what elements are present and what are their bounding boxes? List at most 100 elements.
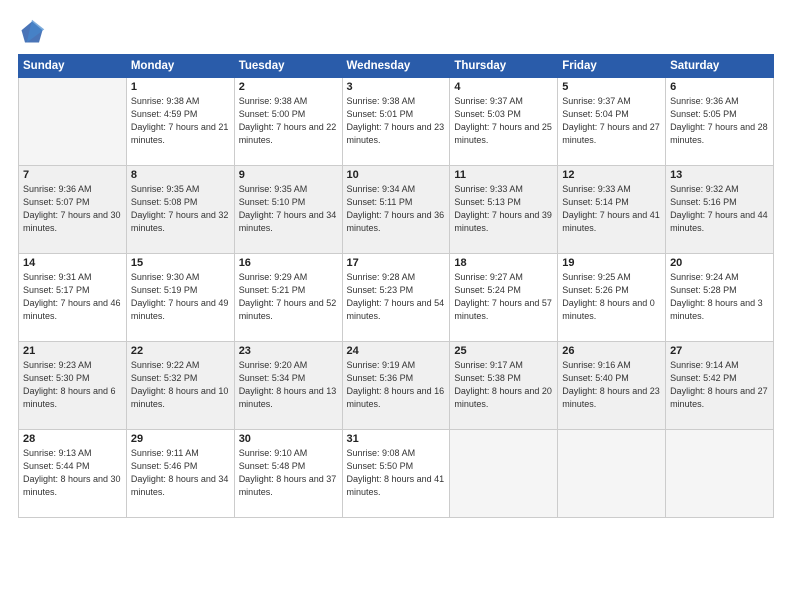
calendar-week-row: 14 Sunrise: 9:31 AMSunset: 5:17 PMDayligh… <box>19 254 774 342</box>
day-number: 27 <box>670 345 769 357</box>
day-info: Sunrise: 9:20 AMSunset: 5:34 PMDaylight:… <box>239 359 338 411</box>
day-of-week-header: Wednesday <box>342 55 450 78</box>
calendar-day-cell: 22 Sunrise: 9:22 AMSunset: 5:32 PMDayligh… <box>126 342 234 430</box>
day-number: 19 <box>562 257 661 269</box>
day-number: 3 <box>347 81 446 93</box>
day-of-week-header: Thursday <box>450 55 558 78</box>
day-number: 11 <box>454 169 553 181</box>
day-number: 24 <box>347 345 446 357</box>
day-of-week-header: Friday <box>558 55 666 78</box>
day-info: Sunrise: 9:14 AMSunset: 5:42 PMDaylight:… <box>670 359 769 411</box>
calendar-day-cell: 20Sunrise: 9:24 AMSunset: 5:28 PMDayligh… <box>666 254 774 342</box>
day-info: Sunrise: 9:19 AMSunset: 5:36 PMDaylight:… <box>347 359 446 411</box>
day-info: Sunrise: 9:34 AMSunset: 5:11 PMDaylight:… <box>347 183 446 235</box>
day-number: 13 <box>670 169 769 181</box>
day-info: Sunrise: 9:38 AMSunset: 4:59 PMDaylight:… <box>131 95 230 147</box>
day-info: Sunrise: 9:35 AMSunset: 5:10 PMDaylight:… <box>239 183 338 235</box>
calendar-day-cell <box>19 78 127 166</box>
day-info: Sunrise: 9:37 AMSunset: 5:04 PMDaylight:… <box>562 95 661 147</box>
calendar-week-row: 21 Sunrise: 9:23 AMSunset: 5:30 PMDayligh… <box>19 342 774 430</box>
calendar-day-cell: 2 Sunrise: 9:38 AMSunset: 5:00 PMDaylight… <box>234 78 342 166</box>
day-info: Sunrise: 9:29 AMSunset: 5:21 PMDaylight:… <box>239 271 338 323</box>
calendar-day-cell: 29 Sunrise: 9:11 AMSunset: 5:46 PMDayligh… <box>126 430 234 518</box>
calendar-day-cell: 5 Sunrise: 9:37 AMSunset: 5:04 PMDaylight… <box>558 78 666 166</box>
calendar-day-cell: 7 Sunrise: 9:36 AMSunset: 5:07 PMDaylight… <box>19 166 127 254</box>
page: SundayMondayTuesdayWednesdayThursdayFrid… <box>0 0 792 612</box>
calendar-day-cell: 18 Sunrise: 9:27 AMSunset: 5:24 PMDayligh… <box>450 254 558 342</box>
calendar-day-cell <box>558 430 666 518</box>
day-number: 18 <box>454 257 553 269</box>
calendar-week-row: 28Sunrise: 9:13 AMSunset: 5:44 PMDayligh… <box>19 430 774 518</box>
calendar-day-cell: 16 Sunrise: 9:29 AMSunset: 5:21 PMDayligh… <box>234 254 342 342</box>
day-number: 17 <box>347 257 446 269</box>
calendar-week-row: 7 Sunrise: 9:36 AMSunset: 5:07 PMDaylight… <box>19 166 774 254</box>
day-number: 25 <box>454 345 553 357</box>
calendar-header-row: SundayMondayTuesdayWednesdayThursdayFrid… <box>19 55 774 78</box>
calendar-day-cell <box>666 430 774 518</box>
day-info: Sunrise: 9:28 AMSunset: 5:23 PMDaylight:… <box>347 271 446 323</box>
day-number: 29 <box>131 433 230 445</box>
day-info: Sunrise: 9:35 AMSunset: 5:08 PMDaylight:… <box>131 183 230 235</box>
calendar-day-cell: 9 Sunrise: 9:35 AMSunset: 5:10 PMDaylight… <box>234 166 342 254</box>
day-number: 28 <box>23 433 122 445</box>
day-info: Sunrise: 9:32 AMSunset: 5:16 PMDaylight:… <box>670 183 769 235</box>
day-number: 20 <box>670 257 769 269</box>
day-number: 22 <box>131 345 230 357</box>
logo-icon <box>18 18 46 46</box>
calendar-day-cell: 10 Sunrise: 9:34 AMSunset: 5:11 PMDayligh… <box>342 166 450 254</box>
day-info: Sunrise: 9:27 AMSunset: 5:24 PMDaylight:… <box>454 271 553 323</box>
day-number: 7 <box>23 169 122 181</box>
calendar-day-cell: 30Sunrise: 9:10 AMSunset: 5:48 PMDayligh… <box>234 430 342 518</box>
day-info: Sunrise: 9:38 AMSunset: 5:00 PMDaylight:… <box>239 95 338 147</box>
day-info: Sunrise: 9:38 AMSunset: 5:01 PMDaylight:… <box>347 95 446 147</box>
day-number: 10 <box>347 169 446 181</box>
day-of-week-header: Tuesday <box>234 55 342 78</box>
calendar-day-cell: 14 Sunrise: 9:31 AMSunset: 5:17 PMDayligh… <box>19 254 127 342</box>
day-info: Sunrise: 9:08 AMSunset: 5:50 PMDaylight:… <box>347 447 446 499</box>
day-number: 31 <box>347 433 446 445</box>
calendar-day-cell: 12 Sunrise: 9:33 AMSunset: 5:14 PMDayligh… <box>558 166 666 254</box>
day-number: 14 <box>23 257 122 269</box>
calendar-day-cell: 6 Sunrise: 9:36 AMSunset: 5:05 PMDaylight… <box>666 78 774 166</box>
calendar-week-row: 1 Sunrise: 9:38 AMSunset: 4:59 PMDaylight… <box>19 78 774 166</box>
day-number: 5 <box>562 81 661 93</box>
day-number: 30 <box>239 433 338 445</box>
day-info: Sunrise: 9:30 AMSunset: 5:19 PMDaylight:… <box>131 271 230 323</box>
calendar-day-cell: 31 Sunrise: 9:08 AMSunset: 5:50 PMDayligh… <box>342 430 450 518</box>
day-number: 16 <box>239 257 338 269</box>
calendar-day-cell: 11Sunrise: 9:33 AMSunset: 5:13 PMDayligh… <box>450 166 558 254</box>
calendar-day-cell: 26Sunrise: 9:16 AMSunset: 5:40 PMDayligh… <box>558 342 666 430</box>
day-of-week-header: Saturday <box>666 55 774 78</box>
day-info: Sunrise: 9:31 AMSunset: 5:17 PMDaylight:… <box>23 271 122 323</box>
day-info: Sunrise: 9:17 AMSunset: 5:38 PMDaylight:… <box>454 359 553 411</box>
day-number: 2 <box>239 81 338 93</box>
calendar-day-cell: 13 Sunrise: 9:32 AMSunset: 5:16 PMDayligh… <box>666 166 774 254</box>
day-info: Sunrise: 9:11 AMSunset: 5:46 PMDaylight:… <box>131 447 230 499</box>
calendar-day-cell: 3 Sunrise: 9:38 AMSunset: 5:01 PMDaylight… <box>342 78 450 166</box>
day-number: 8 <box>131 169 230 181</box>
calendar-day-cell: 23Sunrise: 9:20 AMSunset: 5:34 PMDayligh… <box>234 342 342 430</box>
calendar-day-cell: 8 Sunrise: 9:35 AMSunset: 5:08 PMDaylight… <box>126 166 234 254</box>
day-info: Sunrise: 9:33 AMSunset: 5:14 PMDaylight:… <box>562 183 661 235</box>
day-number: 21 <box>23 345 122 357</box>
day-number: 9 <box>239 169 338 181</box>
day-info: Sunrise: 9:36 AMSunset: 5:07 PMDaylight:… <box>23 183 122 235</box>
day-number: 6 <box>670 81 769 93</box>
calendar-day-cell: 15 Sunrise: 9:30 AMSunset: 5:19 PMDayligh… <box>126 254 234 342</box>
day-number: 12 <box>562 169 661 181</box>
day-info: Sunrise: 9:22 AMSunset: 5:32 PMDaylight:… <box>131 359 230 411</box>
day-number: 15 <box>131 257 230 269</box>
header <box>18 18 774 46</box>
calendar-day-cell: 25 Sunrise: 9:17 AMSunset: 5:38 PMDayligh… <box>450 342 558 430</box>
calendar: SundayMondayTuesdayWednesdayThursdayFrid… <box>18 54 774 518</box>
calendar-day-cell: 19 Sunrise: 9:25 AMSunset: 5:26 PMDayligh… <box>558 254 666 342</box>
day-info: Sunrise: 9:23 AMSunset: 5:30 PMDaylight:… <box>23 359 122 411</box>
day-number: 1 <box>131 81 230 93</box>
day-info: Sunrise: 9:25 AMSunset: 5:26 PMDaylight:… <box>562 271 661 323</box>
calendar-day-cell: 4Sunrise: 9:37 AMSunset: 5:03 PMDaylight… <box>450 78 558 166</box>
calendar-day-cell: 24 Sunrise: 9:19 AMSunset: 5:36 PMDayligh… <box>342 342 450 430</box>
day-number: 4 <box>454 81 553 93</box>
calendar-day-cell: 21 Sunrise: 9:23 AMSunset: 5:30 PMDayligh… <box>19 342 127 430</box>
day-info: Sunrise: 9:36 AMSunset: 5:05 PMDaylight:… <box>670 95 769 147</box>
day-of-week-header: Monday <box>126 55 234 78</box>
